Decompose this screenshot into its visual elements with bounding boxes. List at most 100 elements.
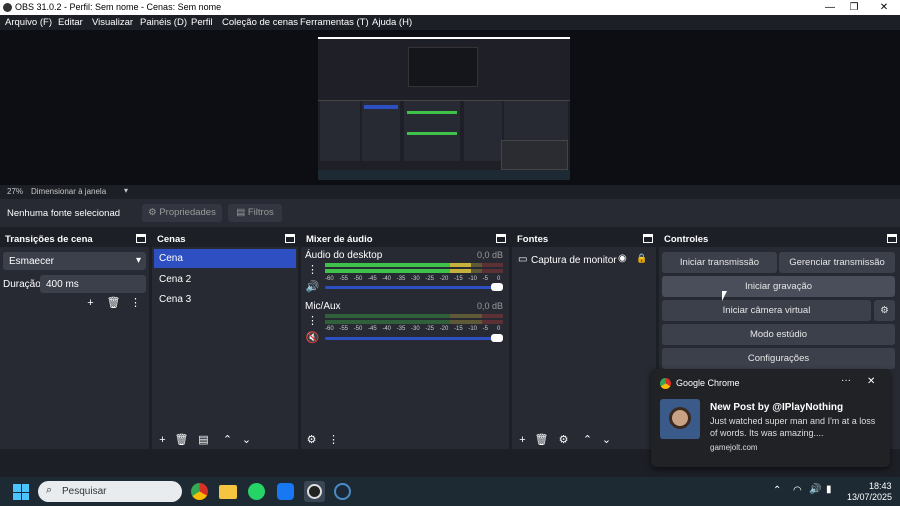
filter-icon[interactable]: ▤ (196, 433, 211, 447)
preview-status-row: 27% Dimensionar à janela ▾ (0, 185, 900, 198)
menu-profile[interactable]: Perfil (191, 17, 213, 28)
search-box[interactable]: ⌕ Pesquisar (38, 481, 182, 502)
notification-source: gamejolt.com (710, 443, 758, 452)
add-icon[interactable]: + (83, 296, 98, 310)
gear-icon[interactable]: ⚙ (556, 433, 571, 447)
battery-icon[interactable]: ▮ (826, 484, 832, 495)
menu-tools[interactable]: Ferramentas (T) (300, 17, 369, 28)
more-icon[interactable]: ⋮ (305, 314, 320, 328)
meter-tick-label: -20 (439, 276, 449, 282)
more-icon[interactable]: ⋮ (128, 296, 143, 310)
meter-level (325, 263, 450, 267)
clock-date[interactable]: 13/07/2025 (847, 492, 892, 502)
close-button[interactable]: ✕ (870, 0, 898, 15)
meter-tick-label: -10 (468, 326, 477, 332)
menu-file[interactable]: Arquivo (F) (5, 17, 52, 28)
meter-tick-label: -35 (396, 276, 406, 282)
more-icon[interactable]: ⋮ (326, 433, 341, 447)
muted-speaker-icon[interactable]: 🔇 (305, 331, 320, 345)
meter-zone (481, 263, 503, 267)
start-stream-button[interactable]: Iniciar transmissão (662, 252, 777, 273)
trash-icon[interactable]: 🗑 (106, 296, 121, 310)
dock-float-icon[interactable] (136, 234, 146, 243)
dock-float-icon[interactable] (887, 234, 897, 243)
meter-level (449, 269, 471, 273)
dock-title: Controles (664, 234, 709, 245)
dock-float-icon[interactable] (285, 234, 295, 243)
advanced-audio-icon[interactable]: ⚙ (304, 433, 319, 447)
volume-icon[interactable]: 🔊 (809, 484, 821, 495)
add-icon[interactable]: + (155, 433, 170, 447)
duration-label: Duração (3, 279, 41, 290)
scene-item[interactable]: Cena 3 (154, 289, 296, 308)
whatsapp-icon[interactable] (248, 483, 265, 500)
trash-icon[interactable]: 🗑 (534, 433, 549, 447)
mouse-cursor-icon (722, 291, 730, 301)
menu-scene-collection[interactable]: Coleção de cenas (222, 17, 298, 28)
menu-help[interactable]: Ajuda (H) (372, 17, 412, 28)
dock-float-icon[interactable] (643, 234, 653, 243)
obs-taskbar-icon[interactable] (304, 481, 325, 502)
source-toolbar: Nenhuma fonte selecionad ⚙ Propriedades … (0, 199, 900, 227)
meter-tick-label: -45 (368, 276, 377, 282)
file-explorer-icon[interactable] (219, 485, 237, 499)
meter-tick-label: -25 (425, 276, 434, 282)
start-recording-button[interactable]: Iniciar gravação (662, 276, 895, 297)
trash-icon[interactable]: 🗑 (174, 433, 189, 447)
app-icon[interactable] (277, 483, 294, 500)
lock-icon[interactable]: 🔒 (636, 253, 647, 264)
scene-item[interactable]: Cena (154, 249, 296, 268)
meter-zone (481, 269, 503, 273)
wifi-icon[interactable]: ◠ (793, 485, 802, 496)
scene-item[interactable]: Cena 2 (154, 269, 296, 288)
audio-mixer-dock: Mixer de áudio Áudio do desktop 0,0 dB ⋮… (301, 231, 509, 449)
virtual-camera-settings-icon[interactable]: ⚙ (874, 300, 895, 321)
chevron-down-icon[interactable]: ⌄ (599, 433, 614, 447)
chevron-up-icon[interactable]: ⌃ (220, 433, 235, 447)
chevron-down-icon[interactable]: ⌄ (239, 433, 254, 447)
menu-view[interactable]: Visualizar (92, 17, 133, 28)
eye-icon[interactable]: ◉ (618, 253, 627, 264)
dock-title: Cenas (157, 234, 186, 245)
meter-zone (481, 320, 503, 324)
add-icon[interactable]: + (515, 433, 530, 447)
source-item[interactable]: ▭ Captura de monitor ◉ 🔒 (514, 251, 654, 269)
monitor-icon: ▭ (518, 254, 528, 265)
chrome-taskbar-icon[interactable] (191, 483, 208, 500)
taskbar: ⌕ Pesquisar ⌃ ◠ 🔊 ▮ 18:43 13/07/2025 (0, 477, 900, 506)
menu-edit[interactable]: Editar (58, 17, 83, 28)
speaker-icon[interactable]: 🔊 (305, 280, 320, 294)
notification-title: New Post by @IPlayNothing (710, 402, 844, 413)
close-icon[interactable]: ✕ (867, 376, 875, 387)
duration-input[interactable]: 400 ms (40, 275, 146, 293)
preview-canvas[interactable] (318, 37, 570, 180)
chevron-up-icon[interactable]: ⌃ (580, 433, 595, 447)
meter-scale: -60 -55 -50 -45 -40 -35 -30 -25 -20 -15 -10 -5 0 (325, 326, 503, 334)
volume-slider[interactable] (325, 337, 499, 340)
maximize-button[interactable]: ❐ (840, 0, 868, 15)
properties-button[interactable]: ⚙ Propriedades (142, 204, 222, 222)
start-virtual-camera-button[interactable]: Iniciar câmera virtual (662, 300, 871, 321)
studio-mode-button[interactable]: Modo estúdio (662, 324, 895, 345)
meter-tick-label: -15 (454, 326, 463, 332)
chevron-down-icon[interactable]: ▾ (124, 186, 128, 195)
steam-icon[interactable] (334, 483, 351, 500)
filters-button[interactable]: ▤ Filtros (228, 204, 282, 222)
more-icon[interactable]: ⋮ (305, 263, 320, 277)
menu-docks[interactable]: Painéis (D) (140, 17, 187, 28)
chevron-up-icon[interactable]: ⌃ (773, 485, 781, 496)
manage-stream-button[interactable]: Gerenciar transmissão (779, 252, 895, 273)
clock-time[interactable]: 18:43 (869, 481, 892, 491)
dock-float-icon[interactable] (496, 234, 506, 243)
volume-handle[interactable] (491, 334, 503, 342)
volume-handle[interactable] (491, 283, 503, 291)
windows-start-icon[interactable] (13, 484, 29, 500)
more-icon[interactable]: ··· (841, 375, 851, 386)
settings-button[interactable]: Configurações (662, 348, 895, 369)
chrome-notification[interactable]: Google Chrome ··· ✕ New Post by @IPlayNo… (651, 369, 890, 467)
meter-tick-label: -50 (353, 326, 363, 332)
transition-select[interactable]: Esmaecer ▾ (3, 252, 146, 270)
scale-mode-select[interactable]: Dimensionar à janela (31, 187, 106, 196)
volume-slider[interactable] (325, 286, 499, 289)
meter-tick-label: -55 (339, 326, 348, 332)
